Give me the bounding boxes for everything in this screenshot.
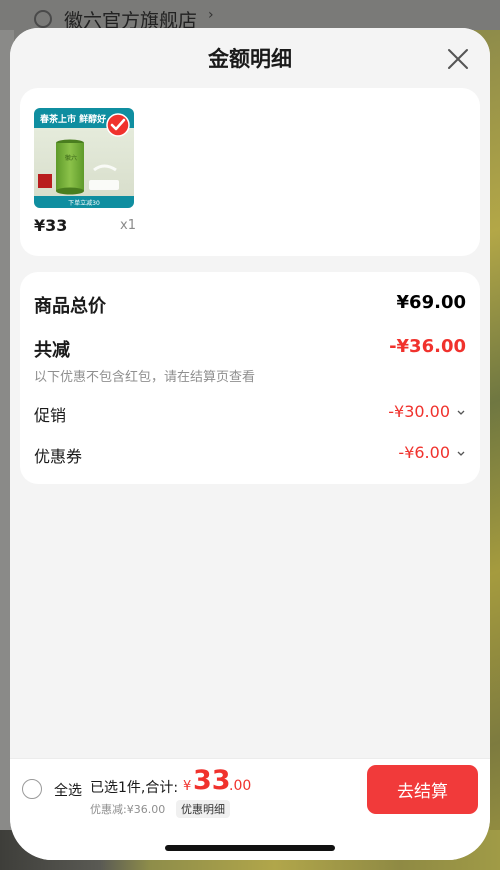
chevron-down-icon <box>457 451 465 456</box>
discount-note: 以下优惠不包含红包，请在结算页查看 <box>34 370 256 385</box>
amount-detail-sheet: 金额明细 春茶上市 鲜醇好 徽六 下单立减30 ¥33 x1 商品总价 ¥69.… <box>10 28 490 860</box>
total-price-value: ¥69.00 <box>396 292 466 313</box>
promotion-value: -¥30.00 <box>388 402 466 421</box>
selected-count-text: 已选1件,合计: <box>90 780 179 796</box>
sheet-title: 金额明细 <box>208 47 292 71</box>
sheet-header: 金额明细 <box>10 28 490 90</box>
coupon-amount: -¥6.00 <box>398 443 450 462</box>
checkout-button[interactable]: 去结算 <box>367 765 478 814</box>
total-amount-decimal: .00 <box>229 778 252 794</box>
total-reduction-value: -¥36.00 <box>389 336 466 357</box>
discount-amount-text: 优惠减:¥36.00 <box>90 803 166 816</box>
total-currency: ¥ <box>183 779 192 794</box>
product-image-banner: 春茶上市 鲜醇好 <box>39 113 106 125</box>
chevron-down-icon <box>457 410 465 415</box>
product-price: ¥33 <box>34 216 68 235</box>
product-quantity: x1 <box>120 218 136 233</box>
select-all-label[interactable]: 全选 <box>54 780 82 800</box>
select-all-checkbox[interactable] <box>22 779 42 799</box>
product-image-footer: 下单立减30 <box>68 199 100 207</box>
coupon-value: -¥6.00 <box>398 443 466 462</box>
total-price-label: 商品总价 <box>34 296 106 317</box>
total-reduction-label: 共减 <box>34 340 70 361</box>
store-select-radio <box>34 10 52 28</box>
discount-detail-button[interactable]: 优惠明细 <box>176 800 230 818</box>
store-chevron-icon: › <box>208 7 214 23</box>
promotion-amount: -¥30.00 <box>388 402 450 421</box>
product-image[interactable]: 春茶上市 鲜醇好 徽六 下单立减30 <box>34 108 134 208</box>
product-can-label: 徽六 <box>65 154 77 162</box>
promotion-label: 促销 <box>34 406 67 425</box>
product-card: 春茶上市 鲜醇好 徽六 下单立减30 ¥33 x1 <box>20 88 480 256</box>
coupon-label: 优惠券 <box>34 447 83 466</box>
price-summary-card: 商品总价 ¥69.00 共减 -¥36.00 以下优惠不包含红包，请在结算页查看… <box>20 272 480 484</box>
close-icon[interactable] <box>446 47 470 71</box>
checkout-bar: 全选 已选1件,合计: ¥ 33 .00 优惠减:¥36.00 优惠明细 去结算 <box>10 758 490 860</box>
total-amount-integer: 33 <box>193 765 231 796</box>
home-indicator <box>165 845 335 851</box>
